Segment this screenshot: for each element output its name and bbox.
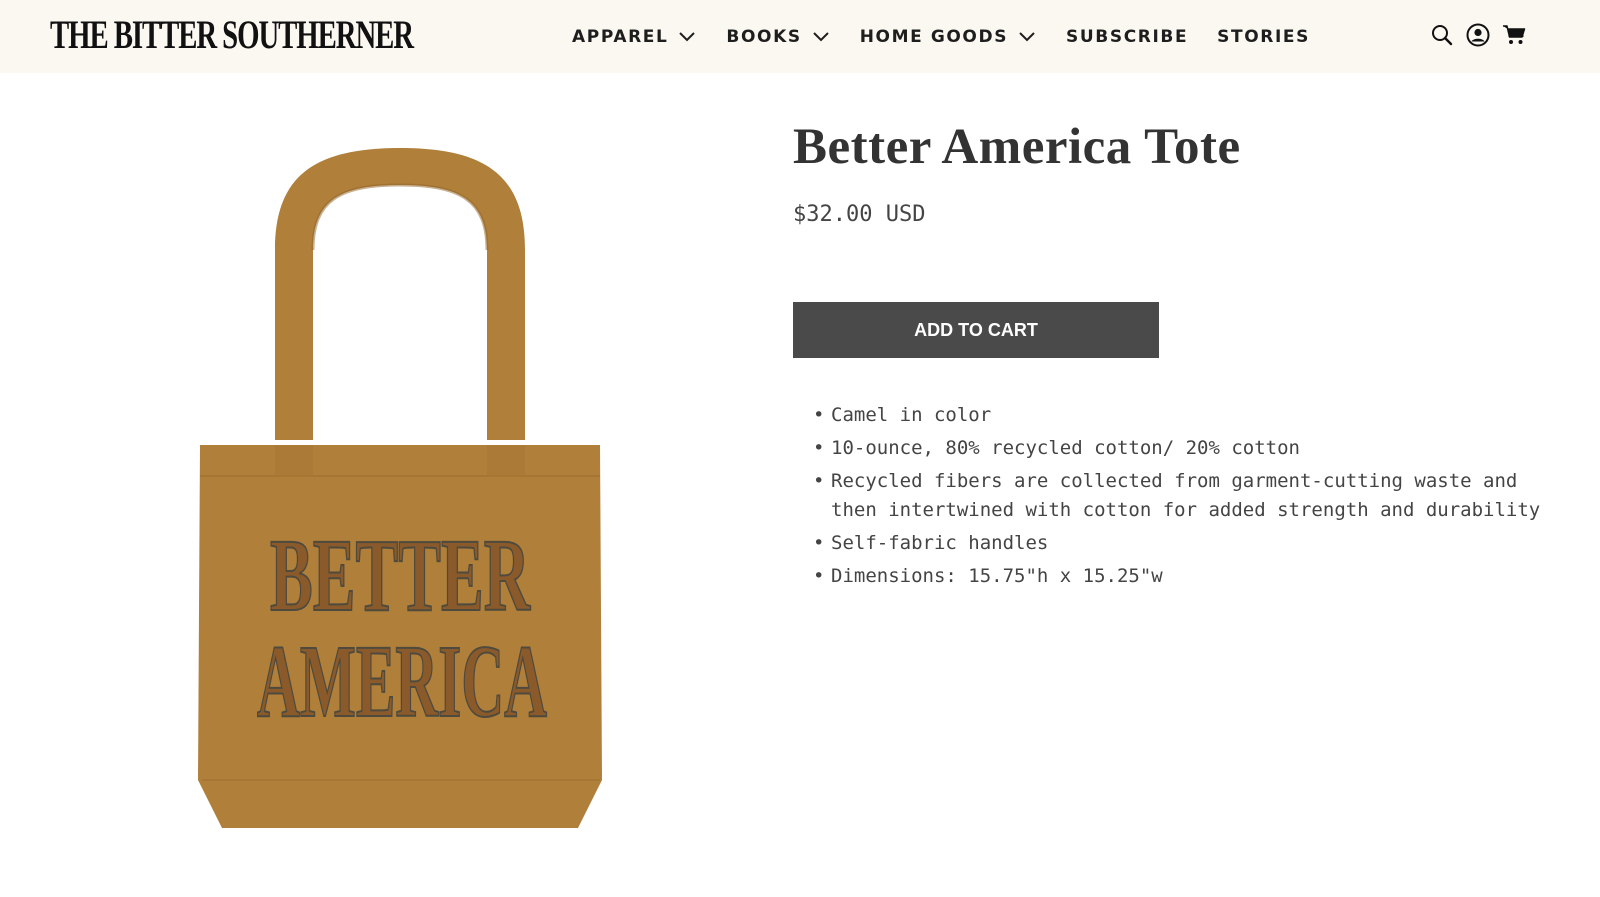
nav-item-subscribe[interactable]: SUBSCRIBE xyxy=(1066,20,1188,54)
list-item: Camel in color xyxy=(813,401,1553,430)
nav-item-stories[interactable]: STORIES xyxy=(1217,20,1310,54)
nav-item-home-goods[interactable]: HOME GOODS xyxy=(860,20,1036,54)
add-to-cart-button[interactable]: ADD TO CART xyxy=(793,302,1159,358)
product-features: Camel in color 10-ounce, 80% recycled co… xyxy=(813,401,1553,595)
nav-item-books[interactable]: BOOKS xyxy=(726,20,829,54)
nav-item-label: HOME GOODS xyxy=(859,27,1009,47)
product-image: BETTER AMERICA xyxy=(198,148,602,828)
site-logo[interactable]: THE BITTER SOUTHERNER xyxy=(50,14,414,56)
account-icon[interactable] xyxy=(1466,22,1490,48)
nav-item-label: SUBSCRIBE xyxy=(1066,27,1189,47)
site-header: THE BITTER SOUTHERNER APPAREL BOOKS HOME… xyxy=(0,0,1600,73)
list-item: Recycled fibers are collected from garme… xyxy=(813,467,1553,524)
nav-item-label: STORIES xyxy=(1217,27,1310,47)
header-icons xyxy=(1430,22,1526,48)
cart-icon[interactable] xyxy=(1502,22,1526,48)
tote-print-better: BETTER xyxy=(270,518,531,633)
chevron-down-icon xyxy=(812,32,829,42)
list-item: Self-fabric handles xyxy=(813,529,1553,558)
search-icon[interactable] xyxy=(1430,22,1454,48)
product-title: Better America Tote xyxy=(793,119,1241,175)
tote-print-america: AMERICA xyxy=(257,624,547,739)
list-item: 10-ounce, 80% recycled cotton/ 20% cotto… xyxy=(813,434,1553,463)
chevron-down-icon xyxy=(1019,32,1035,42)
nav-item-label: BOOKS xyxy=(726,27,802,47)
product-price: $32.00 USD xyxy=(793,202,926,227)
main-nav: APPAREL BOOKS HOME GOODS SUBSCRIBE STORI… xyxy=(572,20,1310,54)
list-item: Dimensions: 15.75"h x 15.25"w xyxy=(813,562,1553,591)
nav-item-apparel[interactable]: APPAREL xyxy=(572,20,696,54)
chevron-down-icon xyxy=(679,32,696,42)
nav-item-label: APPAREL xyxy=(572,27,669,47)
